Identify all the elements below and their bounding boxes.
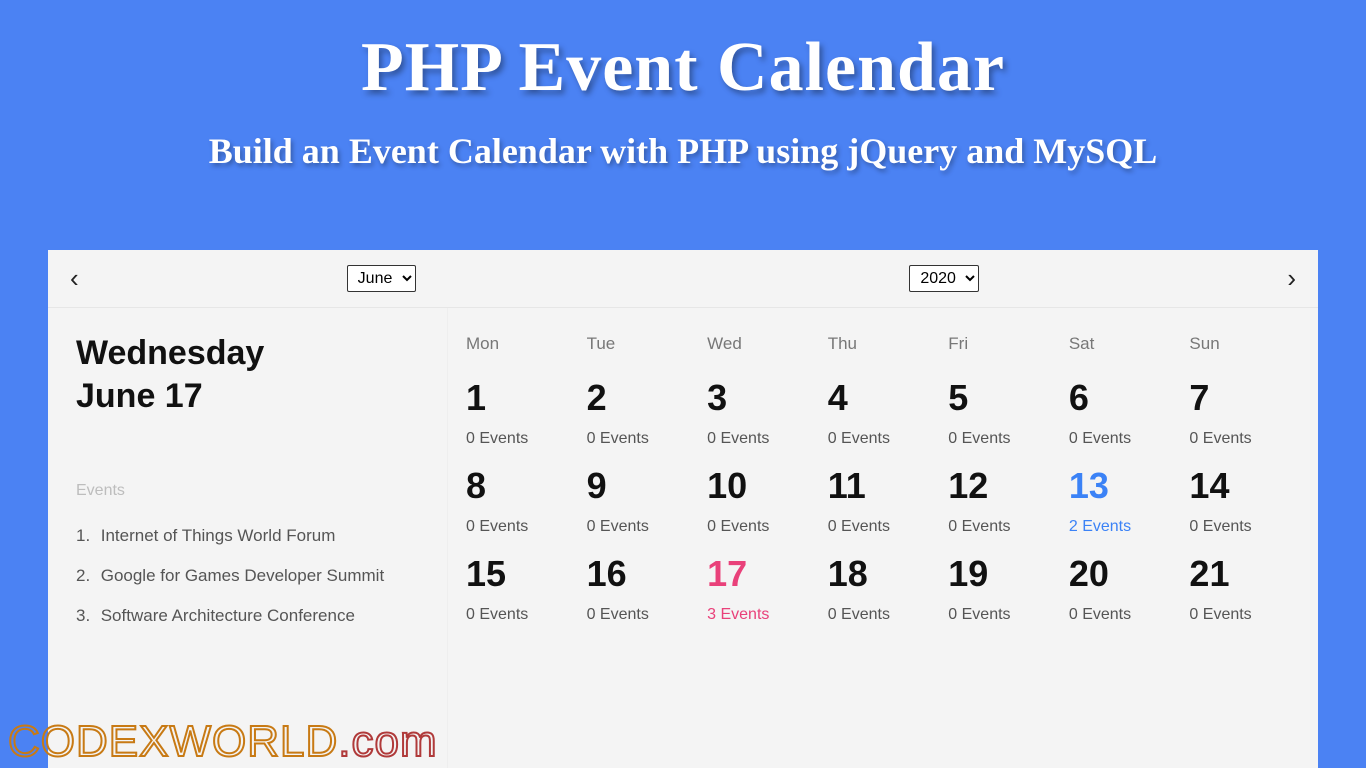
events-list: 1. Internet of Things World Forum2. Goog… xyxy=(76,516,419,635)
weekday-header: Wed xyxy=(707,334,818,354)
month-select[interactable]: June xyxy=(347,265,416,292)
day-number: 8 xyxy=(466,468,577,504)
list-item[interactable]: 1. Internet of Things World Forum xyxy=(76,516,419,556)
page-subtitle: Build an Event Calendar with PHP using j… xyxy=(0,130,1366,172)
selected-date: June 17 xyxy=(76,377,419,416)
day-number: 9 xyxy=(587,468,698,504)
selected-weekday: Wednesday xyxy=(76,334,419,373)
day-number: 2 xyxy=(587,380,698,416)
day-event-count: 2 Events xyxy=(1069,518,1180,536)
day-cell[interactable]: 19 0 Events xyxy=(948,556,1059,624)
day-cell[interactable]: 1 0 Events xyxy=(466,380,577,448)
day-cell[interactable]: 2 0 Events xyxy=(587,380,698,448)
day-event-count: 0 Events xyxy=(948,606,1059,624)
day-number: 5 xyxy=(948,380,1059,416)
day-cell[interactable]: 4 0 Events xyxy=(828,380,939,448)
day-event-count: 0 Events xyxy=(1189,606,1300,624)
day-number: 6 xyxy=(1069,380,1180,416)
day-cell[interactable]: 17 3 Events xyxy=(707,556,818,624)
weekday-header: Tue xyxy=(587,334,698,354)
day-cell[interactable]: 8 0 Events xyxy=(466,468,577,536)
day-cell[interactable]: 12 0 Events xyxy=(948,468,1059,536)
day-number: 12 xyxy=(948,468,1059,504)
calendar-grid: Mon Tue Wed Thu Fri Sat Sun 1 0 Events 2 0 Events… xyxy=(448,308,1318,768)
prev-month-button[interactable]: ‹ xyxy=(62,259,87,298)
day-event-count: 0 Events xyxy=(1069,606,1180,624)
list-item[interactable]: 3. Software Architecture Conference xyxy=(76,596,419,636)
day-event-count: 0 Events xyxy=(828,518,939,536)
day-cell[interactable]: 7 0 Events xyxy=(1189,380,1300,448)
events-heading: Events xyxy=(76,482,419,500)
next-month-button[interactable]: › xyxy=(1279,259,1304,298)
day-number: 21 xyxy=(1189,556,1300,592)
weekday-header: Thu xyxy=(828,334,939,354)
day-number: 7 xyxy=(1189,380,1300,416)
day-cell[interactable]: 11 0 Events xyxy=(828,468,939,536)
day-number: 3 xyxy=(707,380,818,416)
calendar-panel: ‹ June 2020 › Wednesday June 17 Events 1… xyxy=(48,250,1318,768)
day-number: 13 xyxy=(1069,468,1180,504)
day-event-count: 0 Events xyxy=(1069,430,1180,448)
list-item[interactable]: 2. Google for Games Developer Summit xyxy=(76,556,419,596)
day-cell[interactable]: 6 0 Events xyxy=(1069,380,1180,448)
day-event-count: 0 Events xyxy=(948,518,1059,536)
weekday-header: Sun xyxy=(1189,334,1300,354)
day-cell[interactable]: 5 0 Events xyxy=(948,380,1059,448)
day-number: 1 xyxy=(466,380,577,416)
day-event-count: 0 Events xyxy=(466,518,577,536)
day-event-count: 0 Events xyxy=(466,606,577,624)
day-cell[interactable]: 13 2 Events xyxy=(1069,468,1180,536)
calendar-header: ‹ June 2020 › xyxy=(48,250,1318,308)
weekday-header: Fri xyxy=(948,334,1059,354)
day-number: 17 xyxy=(707,556,818,592)
day-cell[interactable]: 21 0 Events xyxy=(1189,556,1300,624)
day-cell[interactable]: 18 0 Events xyxy=(828,556,939,624)
day-number: 11 xyxy=(828,468,939,504)
page-title: PHP Event Calendar xyxy=(0,28,1366,108)
day-event-count: 0 Events xyxy=(587,518,698,536)
day-event-count: 0 Events xyxy=(707,518,818,536)
day-number: 4 xyxy=(828,380,939,416)
day-cell[interactable]: 16 0 Events xyxy=(587,556,698,624)
event-sidebar: Wednesday June 17 Events 1. Internet of … xyxy=(48,308,448,768)
year-select[interactable]: 2020 xyxy=(909,265,979,292)
day-number: 14 xyxy=(1189,468,1300,504)
weekday-header: Sat xyxy=(1069,334,1180,354)
day-number: 18 xyxy=(828,556,939,592)
day-cell[interactable]: 20 0 Events xyxy=(1069,556,1180,624)
day-number: 15 xyxy=(466,556,577,592)
day-event-count: 0 Events xyxy=(466,430,577,448)
day-event-count: 3 Events xyxy=(707,606,818,624)
day-event-count: 0 Events xyxy=(1189,430,1300,448)
day-event-count: 0 Events xyxy=(587,430,698,448)
day-event-count: 0 Events xyxy=(587,606,698,624)
day-number: 10 xyxy=(707,468,818,504)
day-number: 20 xyxy=(1069,556,1180,592)
day-cell[interactable]: 9 0 Events xyxy=(587,468,698,536)
day-cell[interactable]: 3 0 Events xyxy=(707,380,818,448)
day-event-count: 0 Events xyxy=(1189,518,1300,536)
day-number: 16 xyxy=(587,556,698,592)
watermark-logo: CODEXWORLD.com xyxy=(0,716,446,768)
day-event-count: 0 Events xyxy=(828,430,939,448)
day-number: 19 xyxy=(948,556,1059,592)
weekday-header: Mon xyxy=(466,334,577,354)
day-event-count: 0 Events xyxy=(828,606,939,624)
day-cell[interactable]: 10 0 Events xyxy=(707,468,818,536)
day-cell[interactable]: 14 0 Events xyxy=(1189,468,1300,536)
day-event-count: 0 Events xyxy=(948,430,1059,448)
day-cell[interactable]: 15 0 Events xyxy=(466,556,577,624)
day-event-count: 0 Events xyxy=(707,430,818,448)
